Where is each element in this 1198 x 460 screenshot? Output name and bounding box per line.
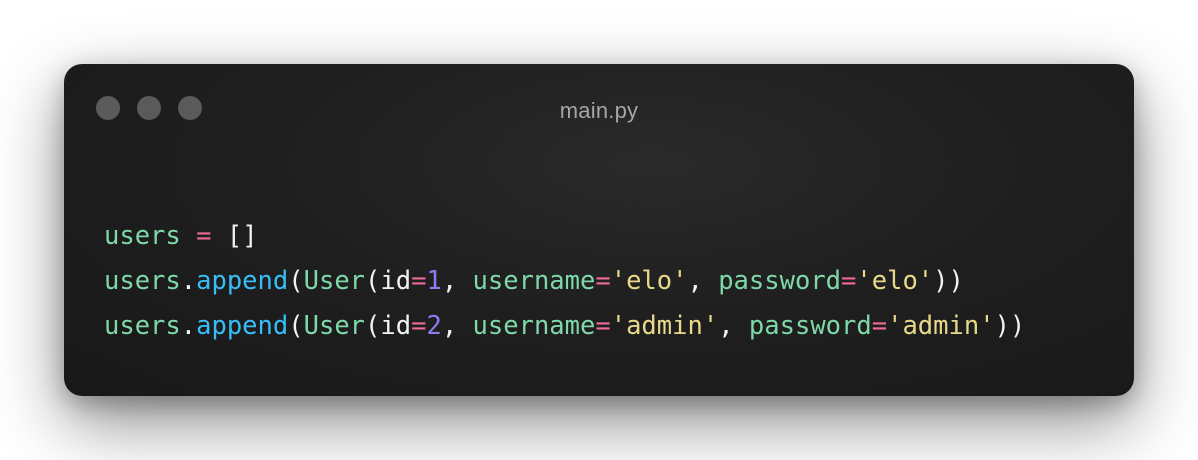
file-name-title: main.py: [559, 98, 639, 123]
code-token-number: 1: [426, 266, 442, 296]
code-line: users.append(User(id=2, username='admin'…: [104, 304, 1025, 349]
code-token-identifier: password: [748, 311, 872, 341]
code-window: main.py users = [] users.append(User(id=1…: [64, 64, 1134, 396]
code-token-identifier: User: [303, 266, 366, 296]
code-token-operator: =: [595, 311, 611, 341]
code-token-identifier: users: [104, 266, 181, 296]
code-token-method: append: [196, 311, 289, 341]
code-token-plain: (id: [365, 311, 412, 341]
code-token-operator: =: [841, 266, 857, 296]
code-token-plain: ,: [441, 266, 473, 296]
code-token-string: 'admin': [887, 311, 995, 341]
code-token-operator: =: [196, 221, 212, 251]
code-line: users = []: [104, 214, 1025, 259]
title-bar: main.py: [64, 64, 1134, 152]
code-token-plain: []: [211, 221, 258, 251]
code-token-method: append: [196, 266, 289, 296]
code-token-plain: ,: [718, 311, 749, 341]
code-token-identifier: password: [718, 266, 842, 296]
code-token-identifier: username: [472, 311, 596, 341]
code-line: users.append(User(id=1, username='elo', …: [104, 259, 1025, 304]
code-token-plain: )): [994, 311, 1026, 341]
code-token-operator: =: [595, 266, 611, 296]
code-token-identifier: username: [472, 266, 596, 296]
code-token-operator: =: [411, 266, 427, 296]
code-token-plain: (: [288, 266, 304, 296]
code-token-identifier: User: [303, 311, 366, 341]
code-token-plain: .: [180, 311, 197, 341]
code-token-identifier: users: [104, 311, 181, 341]
code-token-string: 'elo': [610, 266, 688, 296]
code-token-plain: (: [288, 311, 304, 341]
code-token-plain: (id: [365, 266, 412, 296]
code-token-string: 'admin': [610, 311, 719, 341]
code-token-number: 2: [426, 311, 442, 341]
code-block: users = [] users.append(User(id=1, userna…: [104, 214, 1025, 349]
code-token-operator: =: [871, 311, 888, 341]
code-token-plain: ,: [687, 266, 719, 296]
code-token-plain: )): [933, 266, 964, 296]
code-token-plain: .: [180, 266, 197, 296]
code-token-string: 'elo': [856, 266, 934, 296]
code-token-identifier: users: [104, 221, 181, 251]
code-token-operator: =: [411, 311, 427, 341]
code-token-plain: ,: [441, 311, 473, 341]
